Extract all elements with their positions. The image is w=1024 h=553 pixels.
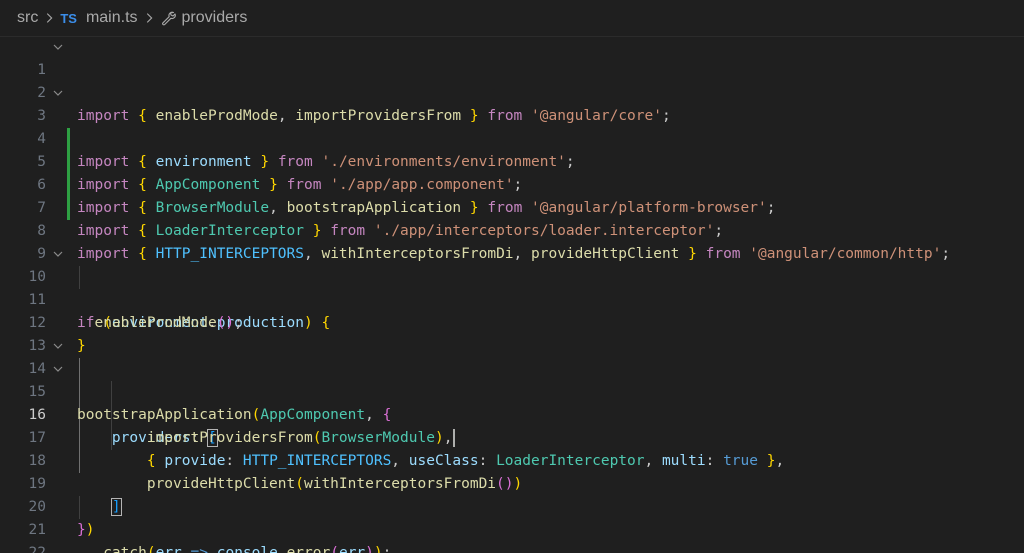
code-editor[interactable]: 1 import { enableProdMode, importProvide… <box>0 36 1024 553</box>
code-line[interactable]: 2 <box>0 59 1024 101</box>
code-line[interactable]: 18 provideHttpClient(withInterceptorsFro… <box>0 427 1024 492</box>
code-line[interactable]: 21 .catch(err => console.error(err)); <box>0 496 1024 553</box>
code-line[interactable]: 10 if (environment.production) { <box>0 243 1024 331</box>
line-number: 22 <box>28 545 46 553</box>
chevron-down-icon[interactable] <box>52 340 64 352</box>
code-line[interactable]: 1 import { enableProdMode, importProvide… <box>0 36 1024 124</box>
chevron-right-icon <box>47 13 53 23</box>
code-line[interactable]: 4 import { environment } from './environ… <box>0 105 1024 170</box>
code-line[interactable]: 12 } <box>0 289 1024 354</box>
code-line[interactable]: 17 { provide: HTTP_INTERCEPTORS, useClas… <box>0 404 1024 469</box>
code-line[interactable]: 15 providers: [ <box>0 358 1024 447</box>
code-line[interactable]: 11 enableProdMode(); <box>0 266 1024 331</box>
code-line[interactable]: 13 <box>0 312 1024 354</box>
code-line[interactable]: 7 import { LoaderInterceptor } from './a… <box>0 174 1024 239</box>
wrench-icon <box>161 11 176 26</box>
chevron-down-icon[interactable] <box>52 363 64 375</box>
code-line[interactable]: 14 bootstrapApplication(AppComponent, { <box>0 335 1024 423</box>
code-line[interactable]: 19 ] <box>0 450 1024 516</box>
code-line[interactable]: 6 import { BrowserModule, bootstrapAppli… <box>0 151 1024 216</box>
breadcrumb-file[interactable]: main.ts <box>86 9 138 27</box>
code-line[interactable]: 8 import { HTTP_INTERCEPTORS, withInterc… <box>0 197 1024 262</box>
chevron-down-icon[interactable] <box>52 248 64 260</box>
breadcrumb-symbol[interactable]: providers <box>182 9 248 27</box>
code-line[interactable]: 9 <box>0 220 1024 262</box>
code-line[interactable]: 22 <box>0 519 1024 553</box>
breadcrumb: src TS main.ts providers <box>0 0 1024 36</box>
code-line-active[interactable]: 16 importProvidersFrom(BrowserModule), <box>0 381 1024 447</box>
chevron-down-icon[interactable] <box>52 87 64 99</box>
code-line[interactable]: 5 import { AppComponent } from './app/ap… <box>0 128 1024 193</box>
breadcrumb-folder[interactable]: src <box>17 9 38 27</box>
code-line[interactable]: 3 <box>0 82 1024 124</box>
code-line[interactable]: 20 }) <box>0 473 1024 538</box>
typescript-icon: TS <box>60 10 77 26</box>
chevron-down-icon[interactable] <box>52 41 64 53</box>
chevron-right-icon <box>146 13 152 23</box>
